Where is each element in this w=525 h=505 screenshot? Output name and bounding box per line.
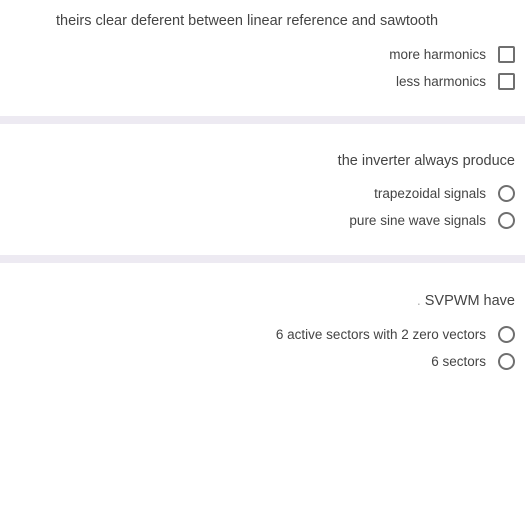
option-row[interactable]: less harmonics — [10, 73, 515, 90]
bullet-dot: . — [417, 292, 421, 308]
option-label: 6 active sectors with 2 zero vectors — [276, 327, 486, 342]
option-row[interactable]: pure sine wave signals — [10, 212, 515, 229]
option-row[interactable]: more harmonics — [10, 46, 515, 63]
option-row[interactable]: trapezoidal signals — [10, 185, 515, 202]
option-row[interactable]: 6 active sectors with 2 zero vectors — [10, 326, 515, 343]
question-prompt: theirs clear deferent between linear ref… — [10, 12, 515, 32]
section-divider — [0, 116, 525, 124]
question-block: the inverter always produce trapezoidal … — [0, 124, 525, 256]
option-label: pure sine wave signals — [349, 213, 486, 228]
question-block: .SVPWM have 6 active sectors with 2 zero… — [0, 263, 525, 396]
question-prompt: .SVPWM have — [10, 291, 515, 312]
checkbox-input[interactable] — [498, 46, 515, 63]
question-block: theirs clear deferent between linear ref… — [0, 0, 525, 116]
radio-input[interactable] — [498, 353, 515, 370]
option-row[interactable]: 6 sectors — [10, 353, 515, 370]
checkbox-input[interactable] — [498, 73, 515, 90]
section-divider — [0, 255, 525, 263]
option-label: 6 sectors — [431, 354, 486, 369]
radio-input[interactable] — [498, 326, 515, 343]
question-prompt: the inverter always produce — [10, 152, 515, 172]
radio-input[interactable] — [498, 212, 515, 229]
option-label: less harmonics — [396, 74, 486, 89]
option-label: trapezoidal signals — [374, 186, 486, 201]
option-label: more harmonics — [389, 47, 486, 62]
radio-input[interactable] — [498, 185, 515, 202]
